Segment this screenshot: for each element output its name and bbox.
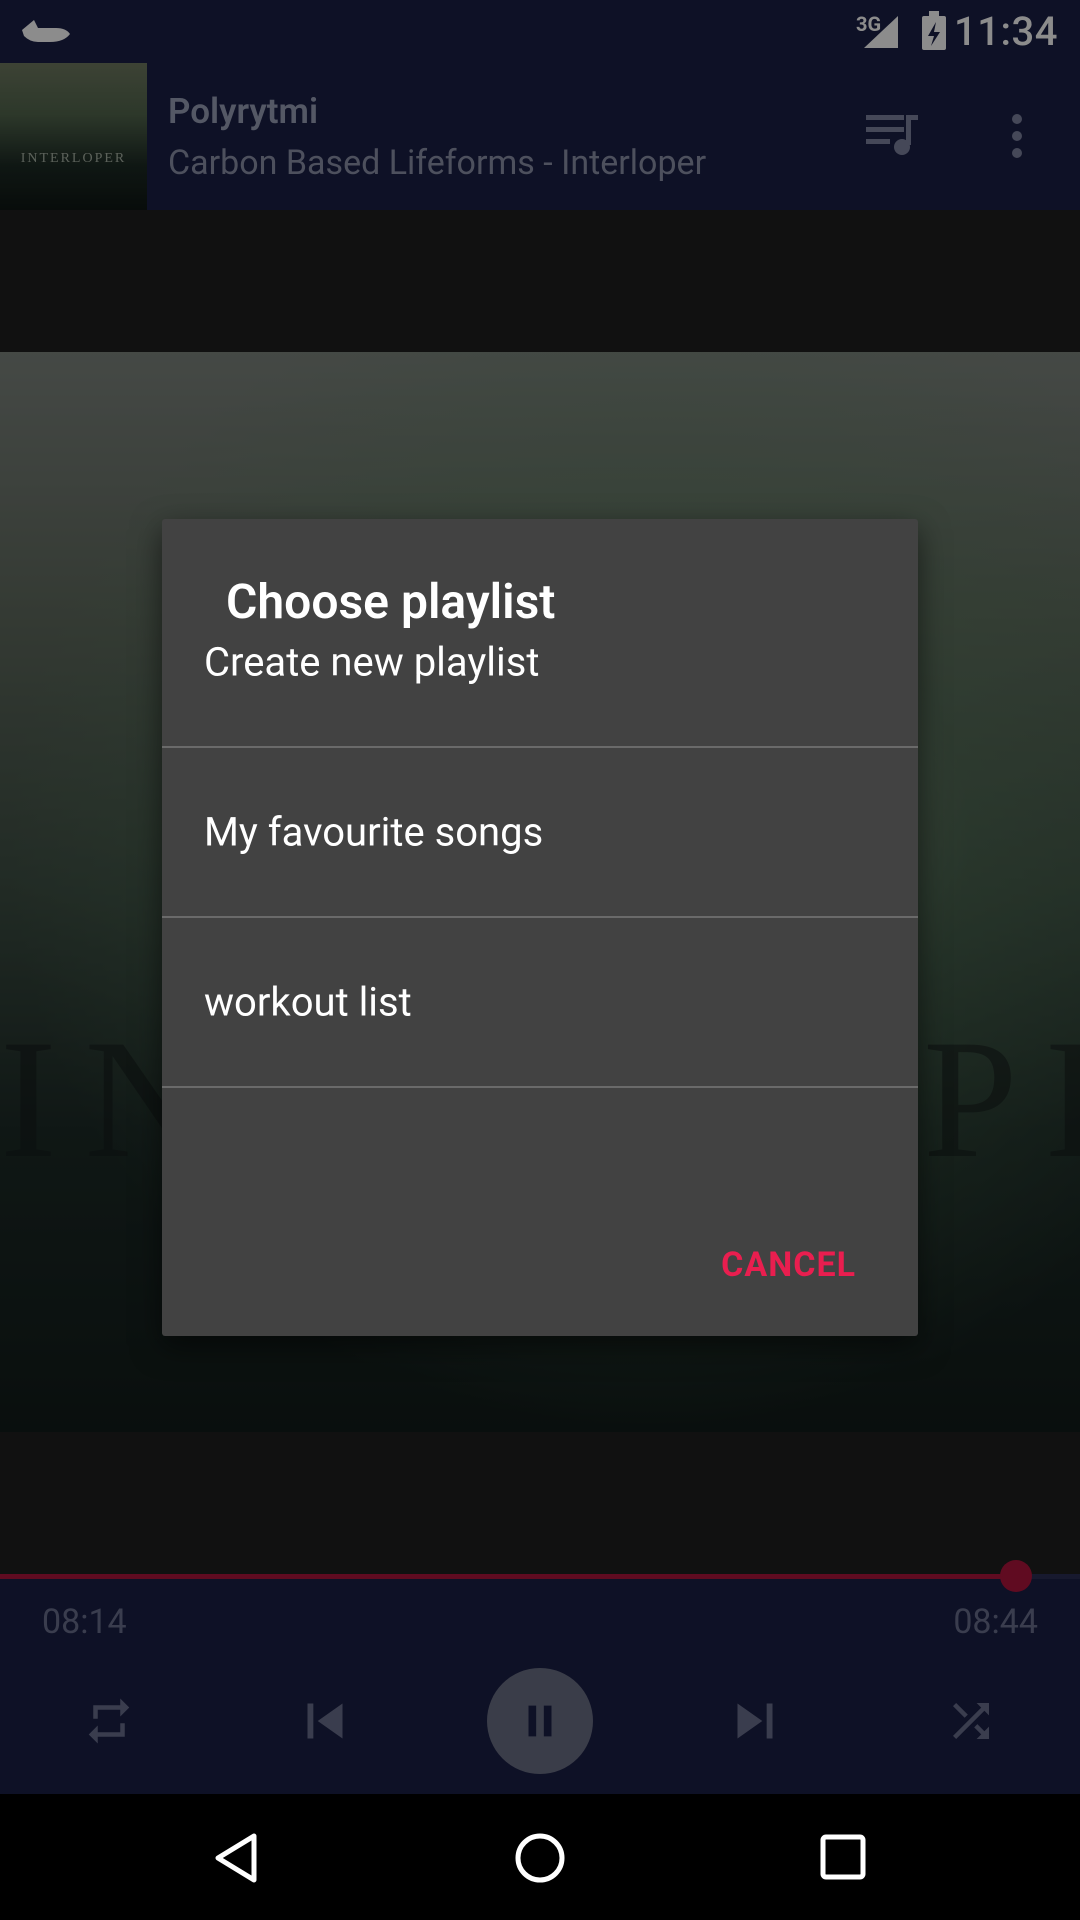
choose-playlist-dialog: Choose playlist Create new playlist My f… <box>162 519 918 1336</box>
option-label: My favourite songs <box>204 808 544 856</box>
option-label: workout list <box>204 978 412 1026</box>
recents-icon[interactable] <box>820 1834 866 1880</box>
navigation-bar <box>0 1794 1080 1920</box>
back-icon[interactable] <box>212 1832 260 1884</box>
option-my-favourite-songs[interactable]: My favourite songs <box>162 748 918 918</box>
option-workout-list[interactable]: workout list <box>162 918 918 1088</box>
home-icon[interactable] <box>514 1832 566 1884</box>
option-create-new-playlist[interactable]: Create new playlist <box>162 578 918 748</box>
cancel-button[interactable]: CANCEL <box>721 1245 856 1285</box>
option-label: Create new playlist <box>204 638 540 686</box>
